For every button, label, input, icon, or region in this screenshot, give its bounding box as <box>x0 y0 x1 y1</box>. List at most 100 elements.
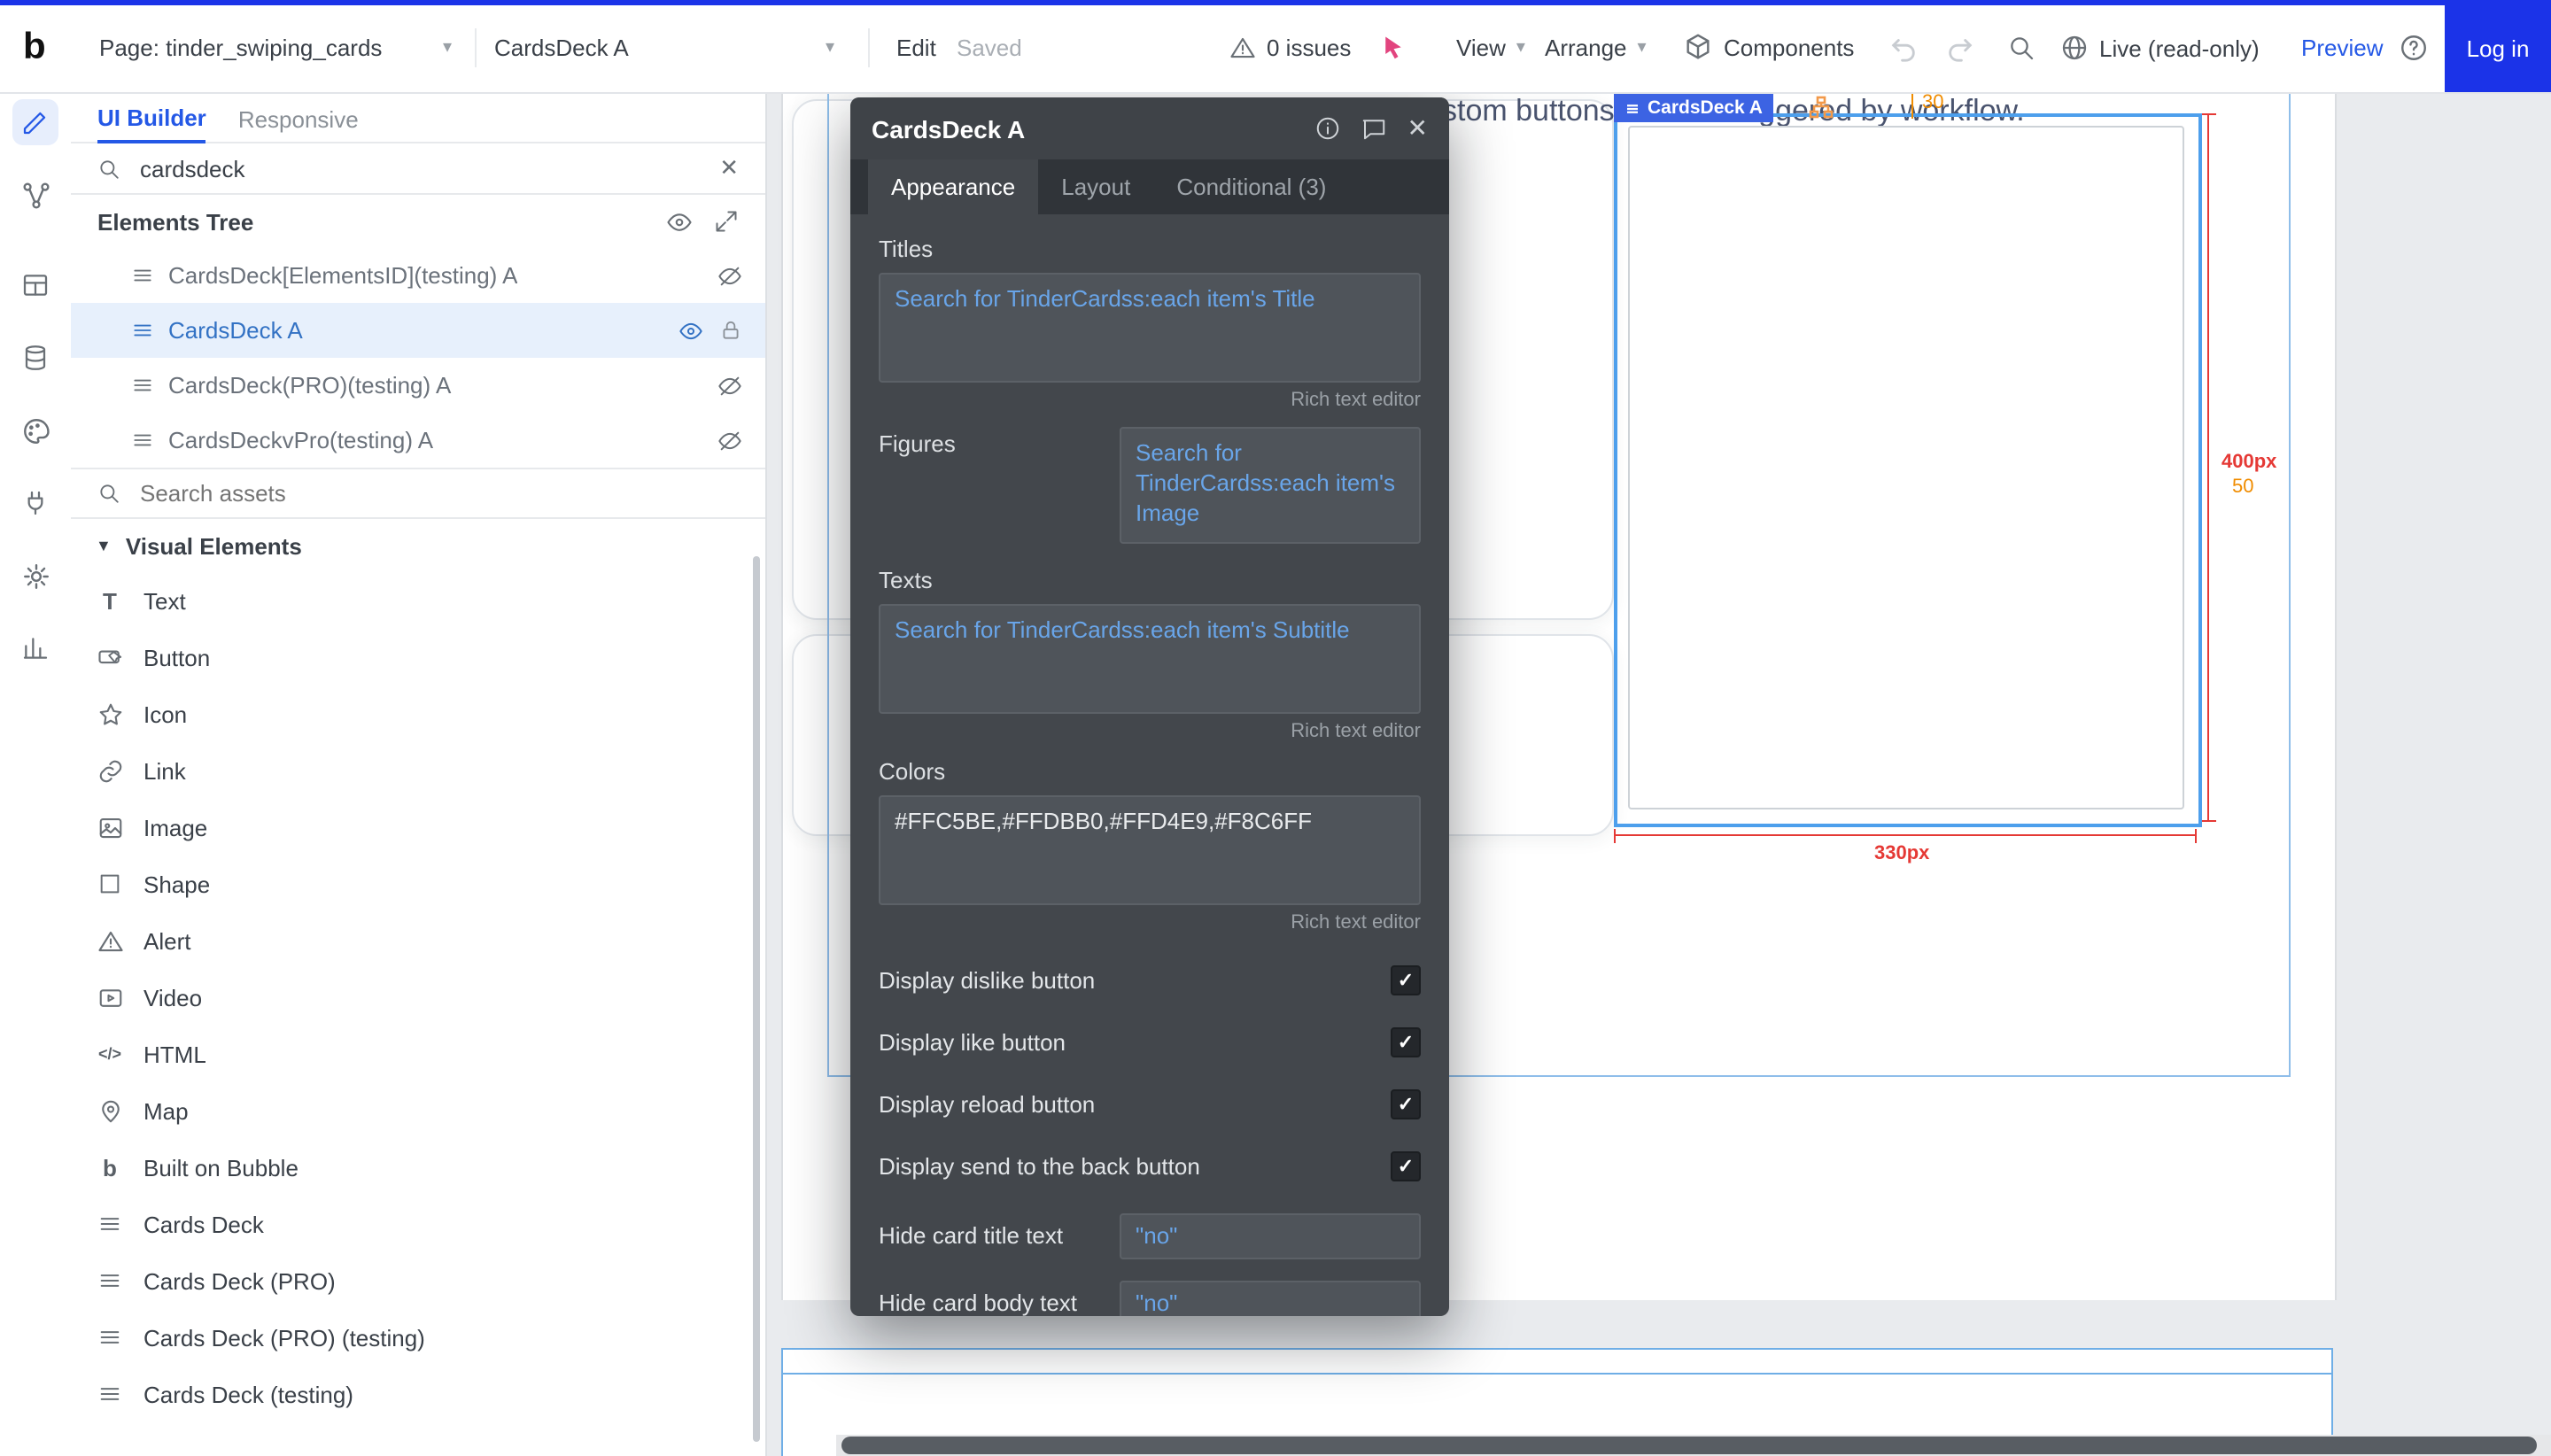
element-item-alert[interactable]: Alert <box>71 912 765 969</box>
tree-item-cardsdeck-pro-testing[interactable]: CardsDeck(PRO)(testing) A <box>71 358 765 413</box>
visual-elements-section-header[interactable]: ▼ Visual Elements <box>71 519 765 572</box>
cards-deck-icon <box>1624 100 1640 116</box>
link-icon <box>96 756 124 785</box>
element-item-video[interactable]: Video <box>71 969 765 1026</box>
data-tab-database-icon[interactable] <box>12 335 58 381</box>
live-readonly-indicator[interactable]: Live (read-only) <box>2060 34 2260 62</box>
design-tab-pencil-icon[interactable] <box>12 99 58 145</box>
property-editor-body: Titles Search for TinderCardss:each item… <box>850 214 1449 1316</box>
undo-icon <box>1888 33 1919 63</box>
clear-search-icon[interactable]: ✕ <box>719 154 739 182</box>
panel-scrollbar[interactable] <box>753 556 760 1442</box>
eye-off-icon[interactable] <box>717 428 742 453</box>
eye-icon[interactable] <box>678 318 703 343</box>
horizontal-scrollbar-thumb[interactable] <box>841 1437 2537 1454</box>
issues-indicator[interactable]: 0 issues <box>1229 35 1351 61</box>
page-selector-chevron-icon[interactable]: ▾ <box>443 38 452 58</box>
element-item-cards-deck-pro-testing[interactable]: Cards Deck (PRO) (testing) <box>71 1309 765 1366</box>
expand-icon[interactable] <box>714 208 739 233</box>
selected-element-chip[interactable]: CardsDeck A <box>1614 94 1773 122</box>
comment-icon[interactable] <box>1361 115 1388 142</box>
element-selector-chevron-icon[interactable]: ▾ <box>826 38 834 58</box>
element-item-cards-deck-pro[interactable]: Cards Deck (PRO) <box>71 1252 765 1309</box>
bubble-logo[interactable]: b <box>23 27 46 69</box>
element-item-button[interactable]: Button <box>71 629 765 685</box>
layout-grid-icon[interactable] <box>12 262 58 308</box>
close-icon[interactable]: ✕ <box>1407 113 1428 143</box>
components-button[interactable]: Components <box>1683 33 1854 63</box>
rich-text-editor-link[interactable]: Rich text editor <box>879 390 1421 411</box>
element-item-map[interactable]: Map <box>71 1082 765 1139</box>
top-accent-strip <box>0 0 2551 5</box>
element-item-cards-deck-testing[interactable]: Cards Deck (testing) <box>71 1366 765 1422</box>
element-item-html[interactable]: </> HTML <box>71 1026 765 1082</box>
titles-field[interactable]: Search for TinderCardss:each item's Titl… <box>879 273 1421 383</box>
property-editor-header[interactable]: CardsDeck A ✕ <box>850 97 1449 159</box>
element-item-icon[interactable]: Icon <box>71 685 765 742</box>
tab-responsive[interactable]: Responsive <box>238 106 359 142</box>
elements-search-bar: ✕ <box>71 143 765 195</box>
eye-icon[interactable] <box>666 208 693 235</box>
search-button[interactable] <box>2007 34 2035 62</box>
selected-element-outline[interactable] <box>1614 113 2202 827</box>
element-selector[interactable]: CardsDeck A <box>494 35 629 61</box>
cards-deck-icon <box>131 264 154 287</box>
redo-button[interactable] <box>1945 33 1975 63</box>
undo-button[interactable] <box>1888 33 1919 63</box>
view-menu[interactable]: View▾ <box>1456 35 1525 61</box>
divider <box>475 28 477 67</box>
element-item-built-on-bubble[interactable]: b Built on Bubble <box>71 1139 765 1196</box>
element-item-image[interactable]: Image <box>71 799 765 856</box>
eye-off-icon[interactable] <box>717 373 742 398</box>
preview-button[interactable]: Preview <box>2301 35 2384 61</box>
spacing-value-right: 50 <box>2232 476 2254 498</box>
bubble-icon: b <box>96 1153 124 1181</box>
workflow-tab-icon[interactable] <box>12 172 58 218</box>
button-icon <box>96 643 124 671</box>
element-item-shape[interactable]: Shape <box>71 856 765 912</box>
hierarchy-icon[interactable] <box>1809 96 1834 120</box>
tree-item-cardsdeckvpro-testing[interactable]: CardsDeckvPro(testing) A <box>71 413 765 468</box>
tree-item-cardsdeck-elementsid-testing[interactable]: CardsDeck[ElementsID](testing) A <box>71 248 765 303</box>
logs-tab-chart-icon[interactable] <box>12 625 58 671</box>
rich-text-editor-link[interactable]: Rich text editor <box>879 912 1421 933</box>
figures-field[interactable]: Search for TinderCardss:each item's Imag… <box>1120 427 1421 544</box>
styles-tab-palette-icon[interactable] <box>12 407 58 453</box>
spacing-guide-line <box>1911 92 1913 119</box>
rich-text-editor-link[interactable]: Rich text editor <box>879 721 1421 742</box>
texts-field[interactable]: Search for TinderCardss:each item's Subt… <box>879 604 1421 714</box>
assets-search-input[interactable] <box>136 478 739 508</box>
hide-card-body-row: Hide card body text "no" <box>879 1274 1421 1316</box>
width-measure-label: 330px <box>1874 843 1929 864</box>
checkbox-checked[interactable] <box>1391 965 1421 995</box>
login-button[interactable]: Log in <box>2445 5 2551 92</box>
hide-card-body-input[interactable]: "no" <box>1120 1280 1421 1316</box>
checkbox-checked[interactable] <box>1391 1089 1421 1119</box>
settings-tab-gear-icon[interactable] <box>12 553 58 599</box>
alert-icon <box>96 926 124 955</box>
tab-ui-builder[interactable]: UI Builder <box>97 105 206 143</box>
tab-conditional[interactable]: Conditional (3) <box>1153 159 1349 214</box>
plugins-tab-plug-icon[interactable] <box>12 480 58 526</box>
edit-menu[interactable]: Edit <box>896 35 936 61</box>
lock-icon[interactable] <box>719 319 742 342</box>
arrange-menu[interactable]: Arrange▾ <box>1545 35 1647 61</box>
collapse-caret-icon: ▼ <box>96 537 112 554</box>
element-item-cards-deck[interactable]: Cards Deck <box>71 1196 765 1252</box>
eye-off-icon[interactable] <box>717 263 742 288</box>
tree-item-cardsdeck-a[interactable]: CardsDeck A <box>71 303 765 358</box>
element-item-link[interactable]: Link <box>71 742 765 799</box>
comment-cursor-icon[interactable] <box>1380 35 1407 61</box>
element-item-text[interactable]: T Text <box>71 572 765 629</box>
checkbox-checked[interactable] <box>1391 1027 1421 1057</box>
left-rail <box>0 92 73 1456</box>
hide-card-title-input[interactable]: "no" <box>1120 1212 1421 1259</box>
checkbox-checked[interactable] <box>1391 1151 1421 1181</box>
colors-field[interactable]: #FFC5BE,#FFDBB0,#FFD4E9,#F8C6FF <box>879 795 1421 905</box>
info-icon[interactable] <box>1315 115 1342 142</box>
cards-deck-icon <box>96 1380 124 1408</box>
page-selector[interactable]: Page: tinder_swiping_cards <box>99 35 382 61</box>
tab-layout[interactable]: Layout <box>1038 159 1153 214</box>
tab-appearance[interactable]: Appearance <box>868 159 1038 214</box>
elements-search-input[interactable] <box>136 153 703 183</box>
